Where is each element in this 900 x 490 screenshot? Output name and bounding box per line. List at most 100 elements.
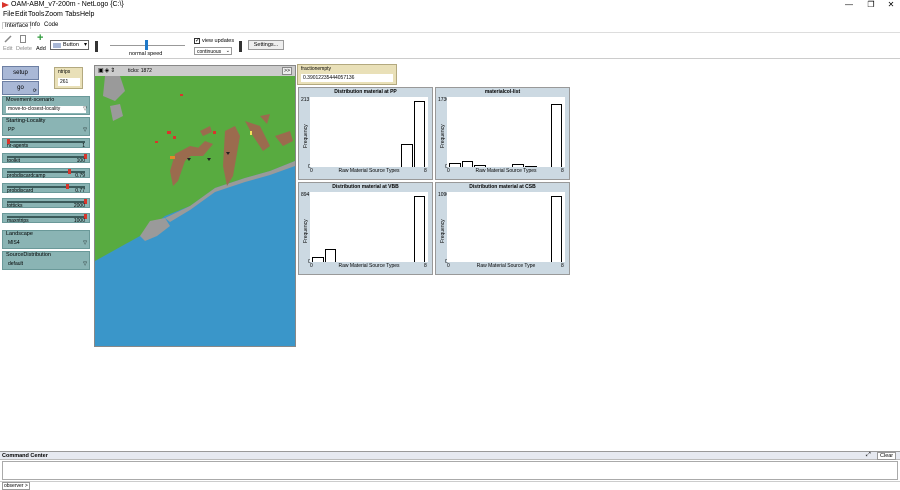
monitor-fractionempty: fractionempty 0.39012235444057136 [297, 64, 397, 85]
close-button[interactable]: ✕ [880, 0, 900, 11]
slider-label: probdiscard [7, 188, 34, 194]
expand-icon[interactable]: ⤢ [866, 452, 871, 459]
setup-button[interactable]: setup [2, 66, 39, 80]
plot-xlabel: Raw Material Source Type [476, 263, 536, 269]
menu-bar: File Edit Tools Zoom Tabs Help [0, 11, 900, 20]
go-button[interactable]: go ⟳ [2, 81, 39, 95]
chevron-down-icon: ▽ [83, 127, 87, 133]
menu-edit[interactable]: Edit [15, 11, 27, 18]
view-header: ▣◈⇕ ticks: 1872 >> [95, 66, 295, 76]
plot-title: Distribution material at CSB [469, 184, 536, 190]
slider-value: 1 [82, 143, 85, 149]
menu-file[interactable]: File [3, 11, 14, 18]
monitor-value: 261 [58, 78, 80, 86]
chevron-down-icon: ⌄ [225, 48, 230, 54]
slider-label: totticks [7, 203, 23, 209]
tab-info[interactable]: Info [30, 22, 40, 28]
plot-ylabel: Frequency [303, 219, 309, 243]
chooser-source-distribution[interactable]: SourceDistribution default ▽ [2, 251, 90, 270]
edit-button[interactable]: Edit [3, 46, 12, 52]
slider-maxntrips[interactable]: maxntrips 1000 [2, 213, 90, 224]
landscape-map [95, 76, 295, 346]
chooser-value: move-to-closest-locality [6, 106, 86, 113]
command-center-title: Command Center [2, 453, 48, 459]
histogram-bar [449, 163, 461, 167]
plot-ylabel: Frequency [440, 219, 446, 243]
widget-type-select[interactable]: Button ▾ [50, 40, 89, 50]
world-view[interactable]: ▣◈⇕ ticks: 1872 >> [94, 65, 296, 347]
plot-title: Distribution material at PP [334, 89, 397, 95]
ticks-counter: ticks: 1872 [128, 68, 152, 74]
slider-value: 2000 [73, 203, 85, 209]
update-mode-select[interactable]: continuous ⌄ [194, 47, 232, 55]
slider-value: 0.79 [75, 173, 85, 179]
netlogo-logo-icon [2, 2, 9, 8]
window-title: OAM-ABM_v7-200m - NetLogo {C:\} [11, 1, 124, 8]
slider-probdiscardcamp[interactable]: probdiscardcamp 0.79 [2, 168, 90, 179]
plot-title: Distribution material at VBB [332, 184, 399, 190]
histogram-bar [324, 248, 337, 262]
plot-ymax: 894 [301, 192, 310, 198]
view-navigation-icons[interactable]: ▣◈⇕ [98, 67, 116, 74]
pencil-icon [4, 35, 12, 43]
chooser-landscape[interactable]: Landscape MIS4 ▽ [2, 230, 90, 249]
speed-slider-knob[interactable] [145, 40, 148, 50]
slider-totticks[interactable]: totticks 2000 [2, 198, 90, 209]
slider-toolkit[interactable]: toolkit 100 [2, 153, 90, 164]
monitor-label: ntrips [58, 69, 71, 75]
chooser-label: Landscape [6, 231, 33, 237]
chooser-label: Starting-Locality [6, 118, 46, 124]
monitor-value: 0.39012235444057136 [301, 74, 393, 82]
histogram-bar [550, 104, 563, 167]
settings-button[interactable]: Settings... [248, 40, 284, 50]
histogram-bar [550, 196, 563, 262]
clear-button[interactable]: Clear [877, 452, 897, 460]
button-widget-icon [53, 43, 61, 48]
plot-4[interactable]: Distribution material at CSB 1090 Frequenc… [435, 182, 570, 275]
menu-tools[interactable]: Tools [28, 11, 44, 18]
maximize-button[interactable]: ❐ [860, 0, 882, 11]
tab-interface[interactable]: Interface [2, 22, 32, 29]
chooser-movement-scenario[interactable]: Movement-scenario move-to-closest-locali… [2, 96, 90, 115]
delete-icon [20, 35, 26, 43]
plot-xlabel: Raw Material Source Types [338, 263, 400, 269]
view-updates-checkbox[interactable]: ✓ [194, 38, 200, 44]
menu-zoom[interactable]: Zoom [45, 11, 63, 18]
histogram-bar [413, 196, 426, 262]
update-mode-value: continuous [197, 49, 222, 55]
plot-2[interactable]: materialcol-list173000Frequency008Raw Ma… [435, 87, 570, 180]
separator [239, 41, 242, 52]
chooser-value: PP [6, 127, 86, 134]
tab-code[interactable]: Code [44, 22, 58, 28]
slider-knob[interactable] [66, 184, 70, 189]
chooser-starting-locality[interactable]: Starting-Locality PP ▽ [2, 117, 90, 136]
command-input[interactable] [30, 482, 896, 488]
add-button[interactable]: Add [36, 46, 46, 52]
chooser-label: SourceDistribution [6, 252, 51, 258]
speed-up-button[interactable]: >> [282, 67, 292, 75]
menu-tabs[interactable]: Tabs [65, 11, 80, 18]
agent-type-select[interactable]: observer > [2, 482, 30, 490]
histogram-bar [525, 165, 537, 167]
chevron-down-icon: ▽ [83, 106, 87, 112]
plot-1[interactable]: Distribution material at PP 213 Frequency 0… [298, 87, 433, 180]
slider-knob[interactable] [67, 169, 71, 174]
plot-ylabel: Frequency [303, 124, 309, 148]
go-label: go [17, 85, 24, 91]
plot-area [310, 97, 428, 167]
delete-button[interactable]: Delete [16, 46, 32, 52]
histogram-bar [474, 165, 487, 167]
monitor-ntrips: ntrips 261 [54, 67, 83, 89]
title-bar: OAM-ABM_v7-200m - NetLogo {C:\} — ❐ ✕ [0, 0, 900, 11]
slider-probdiscard[interactable]: probdiscard 0.77 [2, 183, 90, 194]
tab-bar: Interface Info Code [0, 21, 900, 31]
menu-help[interactable]: Help [80, 11, 94, 18]
plot-title: materialcol-list [484, 89, 521, 95]
slider-group: nr-agents 1 toolkit 100 probdiscardcamp 0.79 p… [2, 138, 90, 230]
minimize-button[interactable]: — [838, 0, 860, 11]
plot-area [447, 97, 565, 167]
plot-3[interactable]: Distribution material at VBB 894 Frequency… [298, 182, 433, 275]
plot-xlabel: Raw Material Source Types [338, 168, 400, 174]
histogram-bar [400, 143, 413, 167]
slider-nr-agents[interactable]: nr-agents 1 [2, 138, 90, 149]
